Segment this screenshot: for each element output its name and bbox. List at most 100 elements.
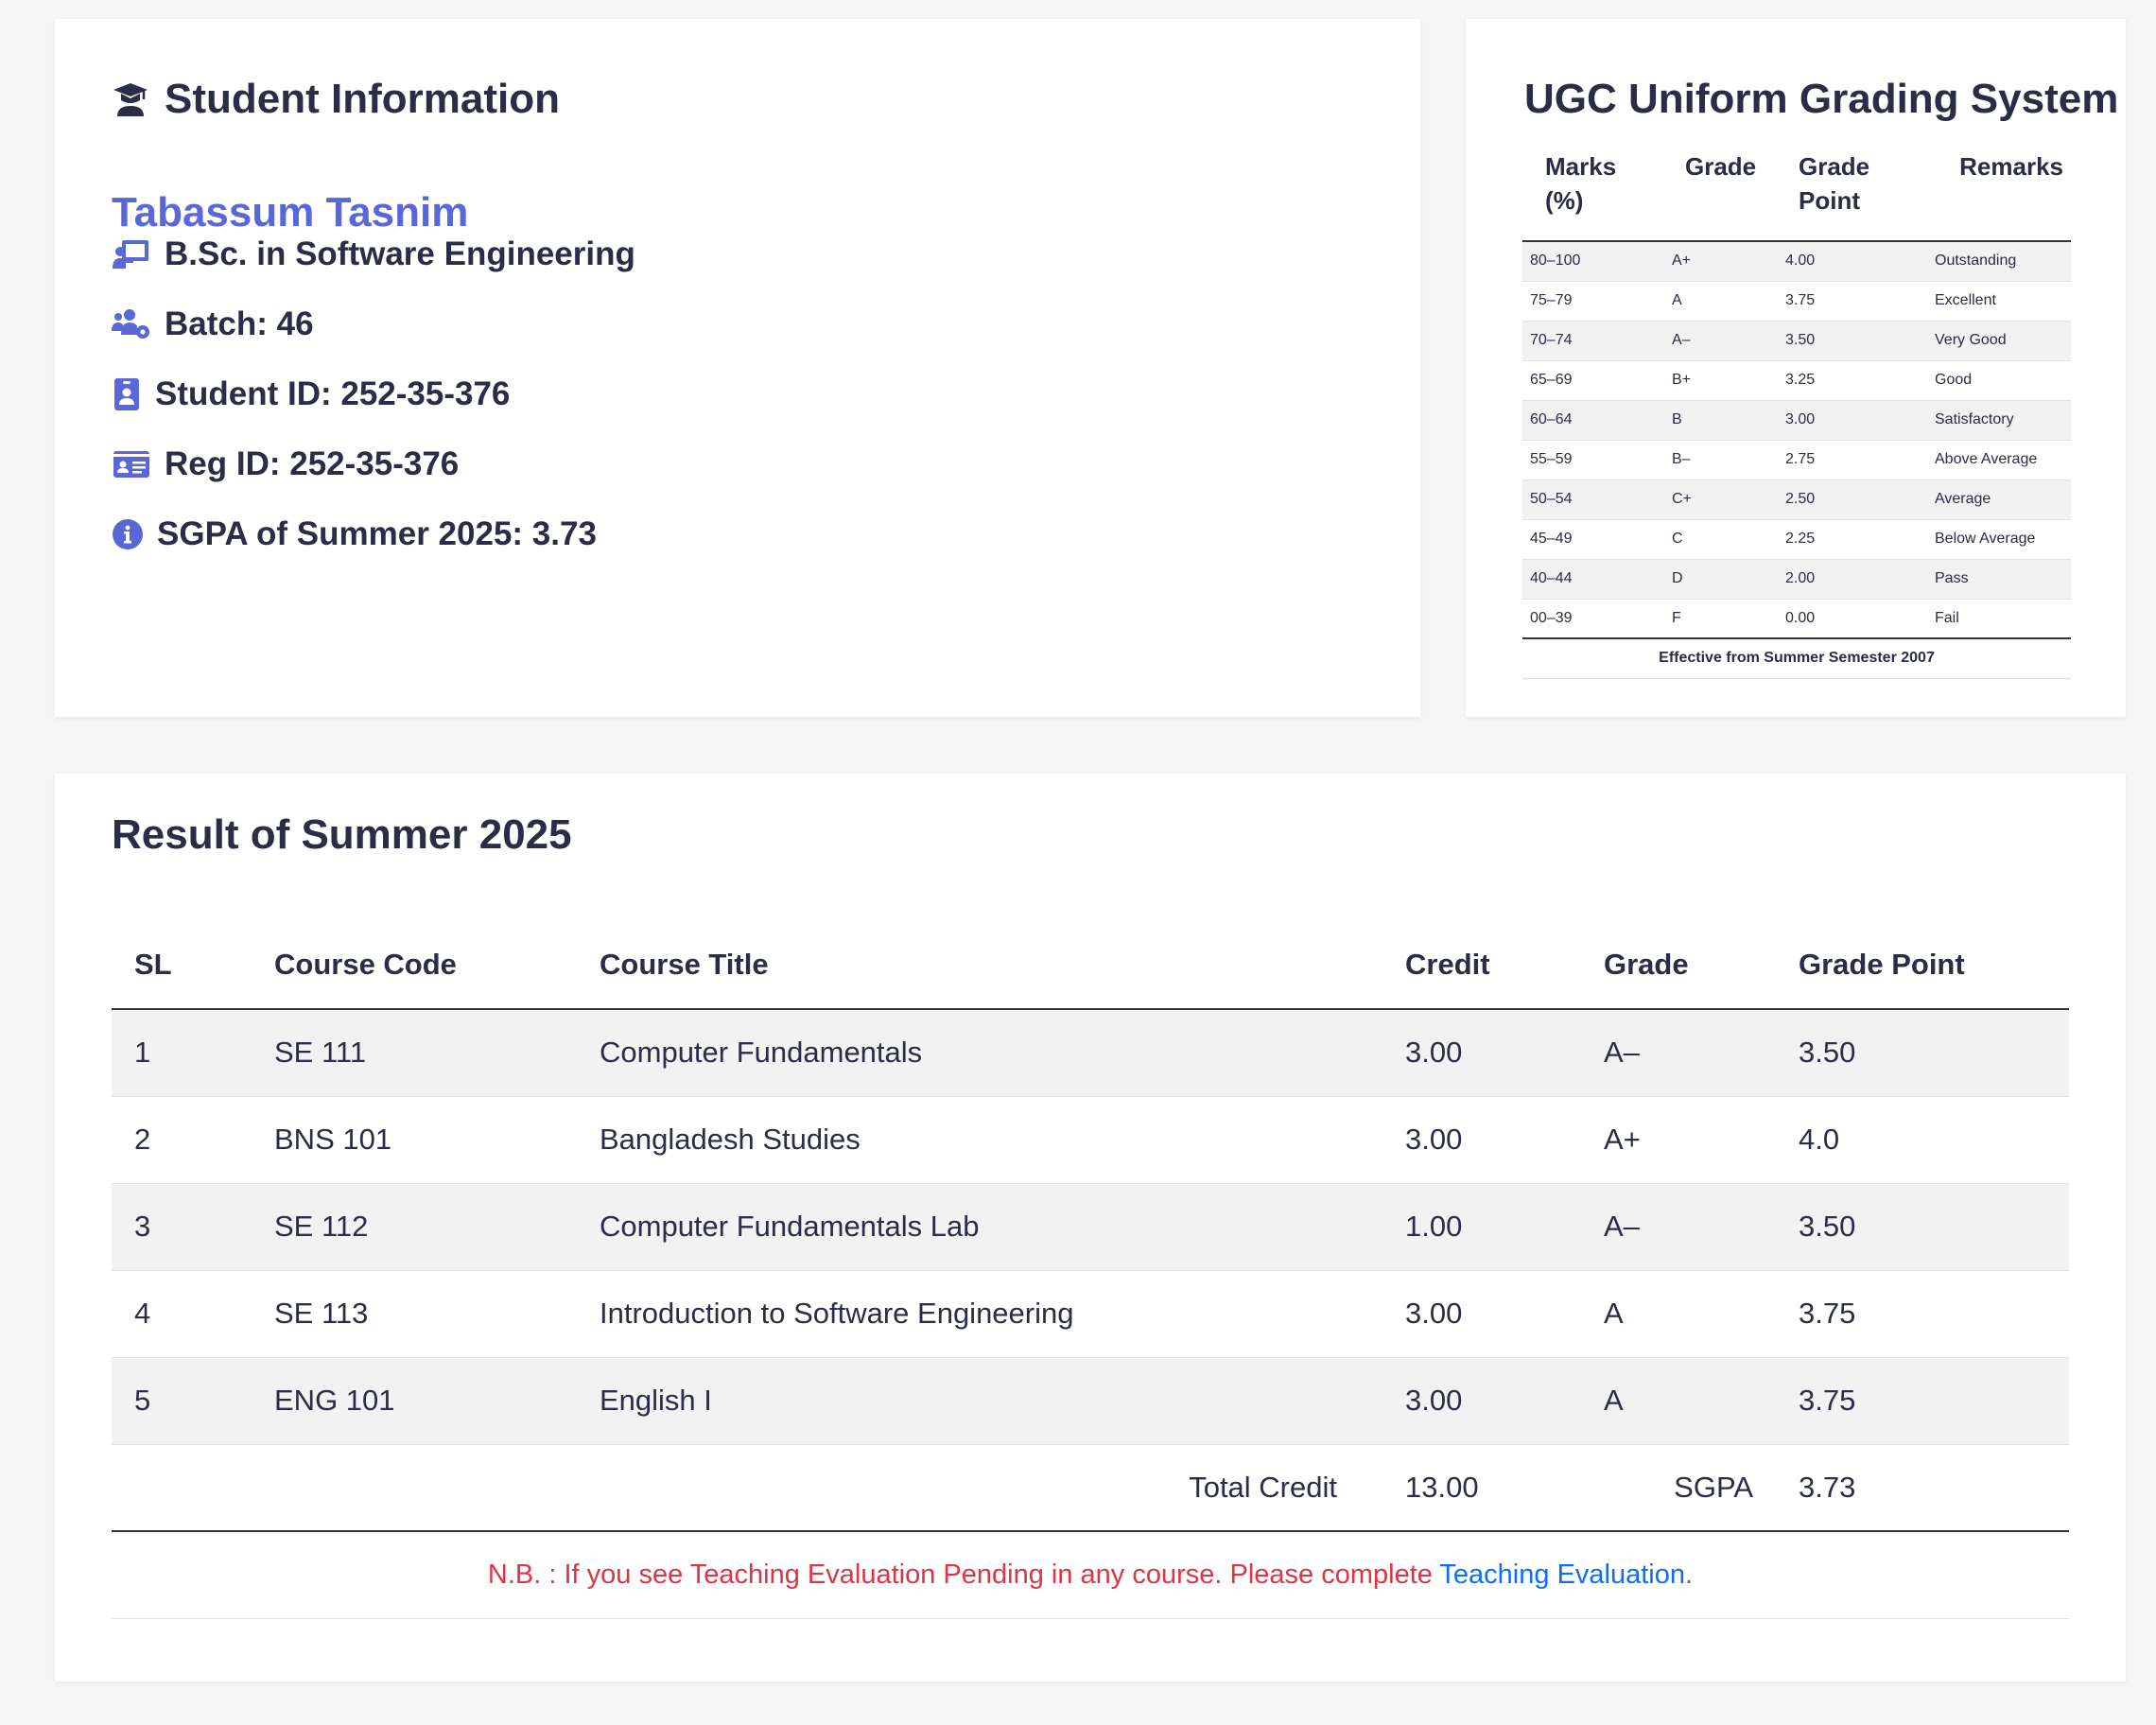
grading-cell-marks: 75–79 xyxy=(1522,281,1664,322)
grading-cell-marks: 50–54 xyxy=(1522,479,1664,520)
result-table: SL Course Code Course Title Credit Grade… xyxy=(112,920,2069,1619)
grading-header-marks: Marks (%) xyxy=(1522,144,1664,242)
grading-cell-grade-point: 3.25 xyxy=(1778,360,1927,401)
result-header-course-code: Course Code xyxy=(252,920,577,1010)
result-cell-grade-point: 3.75 xyxy=(1776,1270,2069,1358)
result-cell-course-title: Computer Fundamentals xyxy=(577,1009,1382,1097)
grading-cell-grade: A xyxy=(1664,281,1778,322)
result-cell-course-code: SE 113 xyxy=(252,1270,577,1358)
result-row: 3 SE 112 Computer Fundamentals Lab 1.00 A– 3.… xyxy=(112,1183,2069,1271)
grading-cell-grade-point: 3.75 xyxy=(1778,281,1927,322)
grading-row: 70–74 A– 3.50 Very Good xyxy=(1522,321,2071,361)
result-title: Result of Summer 2025 xyxy=(112,811,572,858)
result-cell-grade: A xyxy=(1581,1357,1776,1445)
result-cell-course-title: Bangladesh Studies xyxy=(577,1096,1382,1184)
grading-cell-remarks: Excellent xyxy=(1927,281,2071,322)
grading-row: 40–44 D 2.00 Pass xyxy=(1522,559,2071,600)
grading-cell-marks: 70–74 xyxy=(1522,321,1664,361)
grading-cell-grade-point: 2.75 xyxy=(1778,440,1927,480)
program-row: B.Sc. in Software Engineering xyxy=(112,235,635,274)
student-name: Tabassum Tasnim xyxy=(112,189,469,235)
total-credit-label: Total Credit xyxy=(577,1444,1382,1532)
grading-row: 60–64 B 3.00 Satisfactory xyxy=(1522,400,2071,441)
result-cell-course-title: Introduction to Software Engineering xyxy=(577,1270,1382,1358)
result-cell-course-title: English I xyxy=(577,1357,1382,1445)
grading-cell-grade: A– xyxy=(1664,321,1778,361)
grading-cell-marks: 45–49 xyxy=(1522,519,1664,560)
grading-cell-remarks: Above Average xyxy=(1927,440,2071,480)
grading-cell-grade-point: 3.00 xyxy=(1778,400,1927,441)
grading-cell-remarks: Very Good xyxy=(1927,321,2071,361)
reg-id-row: Reg ID: 252-35-376 xyxy=(112,444,459,484)
student-id-row: Student ID: 252-35-376 xyxy=(112,375,510,414)
grading-cell-remarks: Pass xyxy=(1927,559,2071,600)
result-cell-course-code: SE 112 xyxy=(252,1183,577,1271)
result-cell-credit: 3.00 xyxy=(1382,1357,1581,1445)
batch-row: Batch: 46 xyxy=(112,305,314,344)
grading-cell-grade: F xyxy=(1664,599,1778,639)
result-cell-grade-point: 3.50 xyxy=(1776,1183,2069,1271)
result-cell-grade: A xyxy=(1581,1270,1776,1358)
grading-footnote: Effective from Summer Semester 2007 xyxy=(1522,638,2071,679)
grading-cell-grade: B– xyxy=(1664,440,1778,480)
graduation-cap-icon xyxy=(112,80,149,118)
grading-cell-remarks: Fail xyxy=(1927,599,2071,639)
result-cell-grade: A– xyxy=(1581,1183,1776,1271)
grading-cell-marks: 65–69 xyxy=(1522,360,1664,401)
grading-cell-grade: D xyxy=(1664,559,1778,600)
result-cell-sl: 1 xyxy=(112,1009,252,1097)
chalkboard-teacher-icon xyxy=(112,235,151,274)
sgpa-row: SGPA of Summer 2025: 3.73 xyxy=(112,514,597,554)
grading-cell-grade: B xyxy=(1664,400,1778,441)
student-info-card: Student Information Tabassum Tasnim B.Sc… xyxy=(55,19,1420,717)
result-row: 4 SE 113 Introduction to Software Engineer… xyxy=(112,1270,2069,1358)
grading-system-title: UGC Uniform Grading System xyxy=(1524,76,2119,122)
student-info-heading: Student Information xyxy=(112,76,560,123)
grading-cell-grade-point: 0.00 xyxy=(1778,599,1927,639)
result-cell-grade-point: 3.50 xyxy=(1776,1009,2069,1097)
grading-cell-marks: 60–64 xyxy=(1522,400,1664,441)
teaching-evaluation-link[interactable]: Teaching Evaluation xyxy=(1439,1559,1685,1590)
result-header-credit: Credit xyxy=(1382,920,1581,1010)
grading-cell-grade-point: 2.00 xyxy=(1778,559,1927,600)
result-cell-course-title: Computer Fundamentals Lab xyxy=(577,1183,1382,1271)
grading-cell-remarks: Average xyxy=(1927,479,2071,520)
grading-cell-grade: C xyxy=(1664,519,1778,560)
users-cog-icon xyxy=(112,305,151,344)
grading-cell-grade-point: 2.25 xyxy=(1778,519,1927,560)
grading-row: 45–49 C 2.25 Below Average xyxy=(1522,519,2071,560)
grading-cell-grade: B+ xyxy=(1664,360,1778,401)
result-cell-course-code: BNS 101 xyxy=(252,1096,577,1184)
grading-cell-grade-point: 2.50 xyxy=(1778,479,1927,520)
grading-cell-remarks: Satisfactory xyxy=(1927,400,2071,441)
sgpa-value: 3.73 xyxy=(1776,1444,2069,1532)
id-badge-icon xyxy=(112,375,142,414)
result-cell-grade-point: 4.0 xyxy=(1776,1096,2069,1184)
grading-cell-remarks: Good xyxy=(1927,360,2071,401)
grading-cell-marks: 00–39 xyxy=(1522,599,1664,639)
grading-row: 75–79 A 3.75 Excellent xyxy=(1522,281,2071,322)
grading-cell-remarks: Below Average xyxy=(1927,519,2071,560)
grading-cell-remarks: Outstanding xyxy=(1927,241,2071,282)
result-header-course-title: Course Title xyxy=(577,920,1382,1010)
grading-cell-marks: 55–59 xyxy=(1522,440,1664,480)
note-row: N.B. : If you see Teaching Evaluation Pe… xyxy=(112,1531,2069,1619)
sgpa-text: SGPA of Summer 2025: 3.73 xyxy=(157,515,597,552)
result-cell-sl: 3 xyxy=(112,1183,252,1271)
result-header-row: SL Course Code Course Title Credit Grade… xyxy=(112,920,2069,1010)
grading-header-grade: Grade xyxy=(1664,144,1778,242)
result-header-grade-point: Grade Point xyxy=(1776,920,2069,1010)
info-circle-icon xyxy=(112,514,144,554)
result-header-grade: Grade xyxy=(1581,920,1776,1010)
grading-header-grade-point: Grade Point xyxy=(1778,144,1927,242)
grading-row: 55–59 B– 2.75 Above Average xyxy=(1522,440,2071,480)
note-text: N.B. : If you see Teaching Evaluation Pe… xyxy=(487,1559,1440,1590)
grading-row: 65–69 B+ 3.25 Good xyxy=(1522,360,2071,401)
result-cell-credit: 3.00 xyxy=(1382,1270,1581,1358)
total-row: Total Credit 13.00 SGPA 3.73 xyxy=(112,1444,2069,1532)
result-cell-course-code: ENG 101 xyxy=(252,1357,577,1445)
result-row: 2 BNS 101 Bangladesh Studies 3.00 A+ 4.0 xyxy=(112,1096,2069,1184)
result-cell-course-code: SE 111 xyxy=(252,1009,577,1097)
sgpa-label: SGPA xyxy=(1581,1444,1776,1532)
grading-cell-marks: 40–44 xyxy=(1522,559,1664,600)
